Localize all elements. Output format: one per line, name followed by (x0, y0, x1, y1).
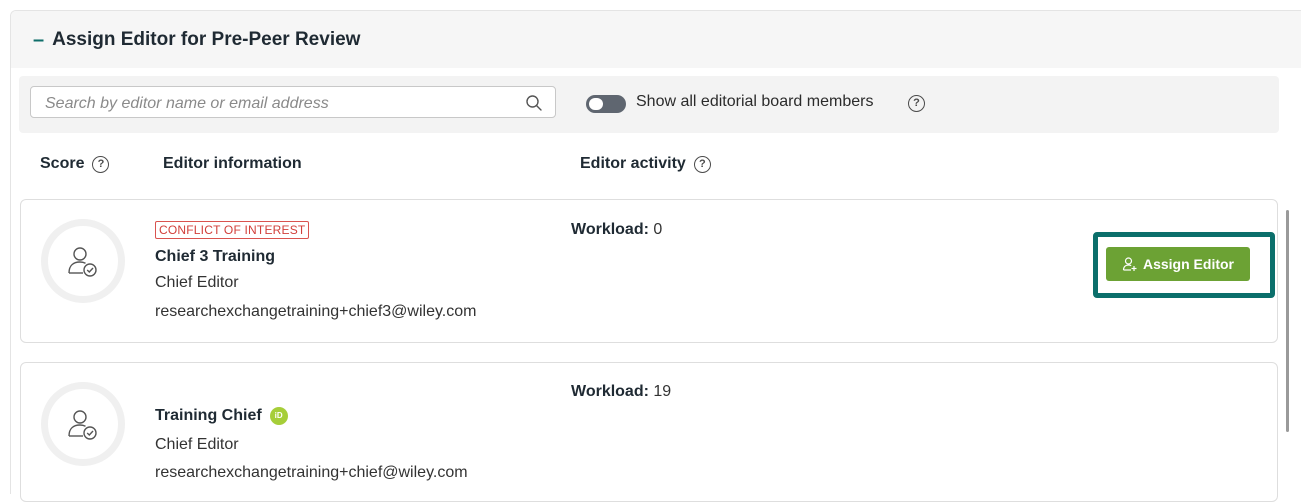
search-icon[interactable] (525, 94, 543, 112)
column-header-editor-information: Editor information (163, 155, 302, 173)
column-header-score: Score ? (40, 155, 110, 173)
score-header-label: Score (40, 155, 85, 172)
avatar (41, 382, 125, 466)
editor-info-header-label: Editor information (163, 155, 302, 172)
show-all-label: Show all editorial board members (636, 93, 874, 110)
help-icon[interactable]: ? (693, 155, 711, 173)
editor-email: researchexchangetraining+chief3@wiley.co… (155, 303, 477, 320)
user-plus-icon (1122, 257, 1137, 271)
workload-value: 0 (653, 221, 663, 238)
editor-role: Chief Editor (155, 274, 239, 291)
workload-label: Workload: (571, 221, 649, 238)
editor-card: Training Chief iD Chief Editor researchex… (20, 362, 1278, 502)
conflict-of-interest-badge: CONFLICT OF INTEREST (155, 221, 310, 239)
collapse-icon[interactable]: – (33, 30, 44, 50)
workload: Workload: 0 (571, 221, 662, 239)
editor-email: researchexchangetraining+chief@wiley.com (155, 464, 468, 481)
editor-name: Training Chief (155, 407, 262, 425)
avatar (41, 219, 125, 303)
toggle-knob (589, 98, 603, 110)
editor-role: Chief Editor (155, 436, 239, 453)
scrollbar[interactable] (1286, 210, 1289, 432)
help-icon[interactable]: ? (908, 95, 925, 112)
search-field[interactable] (30, 86, 556, 118)
editor-name-row: Training Chief iD (155, 407, 288, 425)
user-check-icon (68, 410, 97, 440)
editor-activity-header-label: Editor activity (580, 155, 686, 172)
filter-bar: Show all editorial board members ? (19, 76, 1279, 133)
orcid-icon[interactable]: iD (269, 407, 288, 425)
workload-label: Workload: (571, 383, 649, 400)
assign-editor-button[interactable]: Assign Editor (1106, 247, 1250, 281)
user-check-icon (68, 247, 97, 277)
assign-editor-label: Assign Editor (1142, 256, 1234, 272)
section-header[interactable]: – Assign Editor for Pre-Peer Review (11, 11, 1301, 68)
column-header-editor-activity: Editor activity ? (580, 155, 711, 173)
search-input[interactable] (43, 92, 507, 116)
workload: Workload: 19 (571, 383, 671, 401)
section-title: Assign Editor for Pre-Peer Review (52, 28, 361, 50)
editor-name: Chief 3 Training (155, 248, 276, 265)
show-all-toggle[interactable] (586, 95, 626, 113)
workload-value: 19 (653, 383, 672, 400)
editor-card: CONFLICT OF INTEREST Chief 3 Training Ch… (20, 199, 1278, 343)
help-icon[interactable]: ? (92, 155, 110, 173)
